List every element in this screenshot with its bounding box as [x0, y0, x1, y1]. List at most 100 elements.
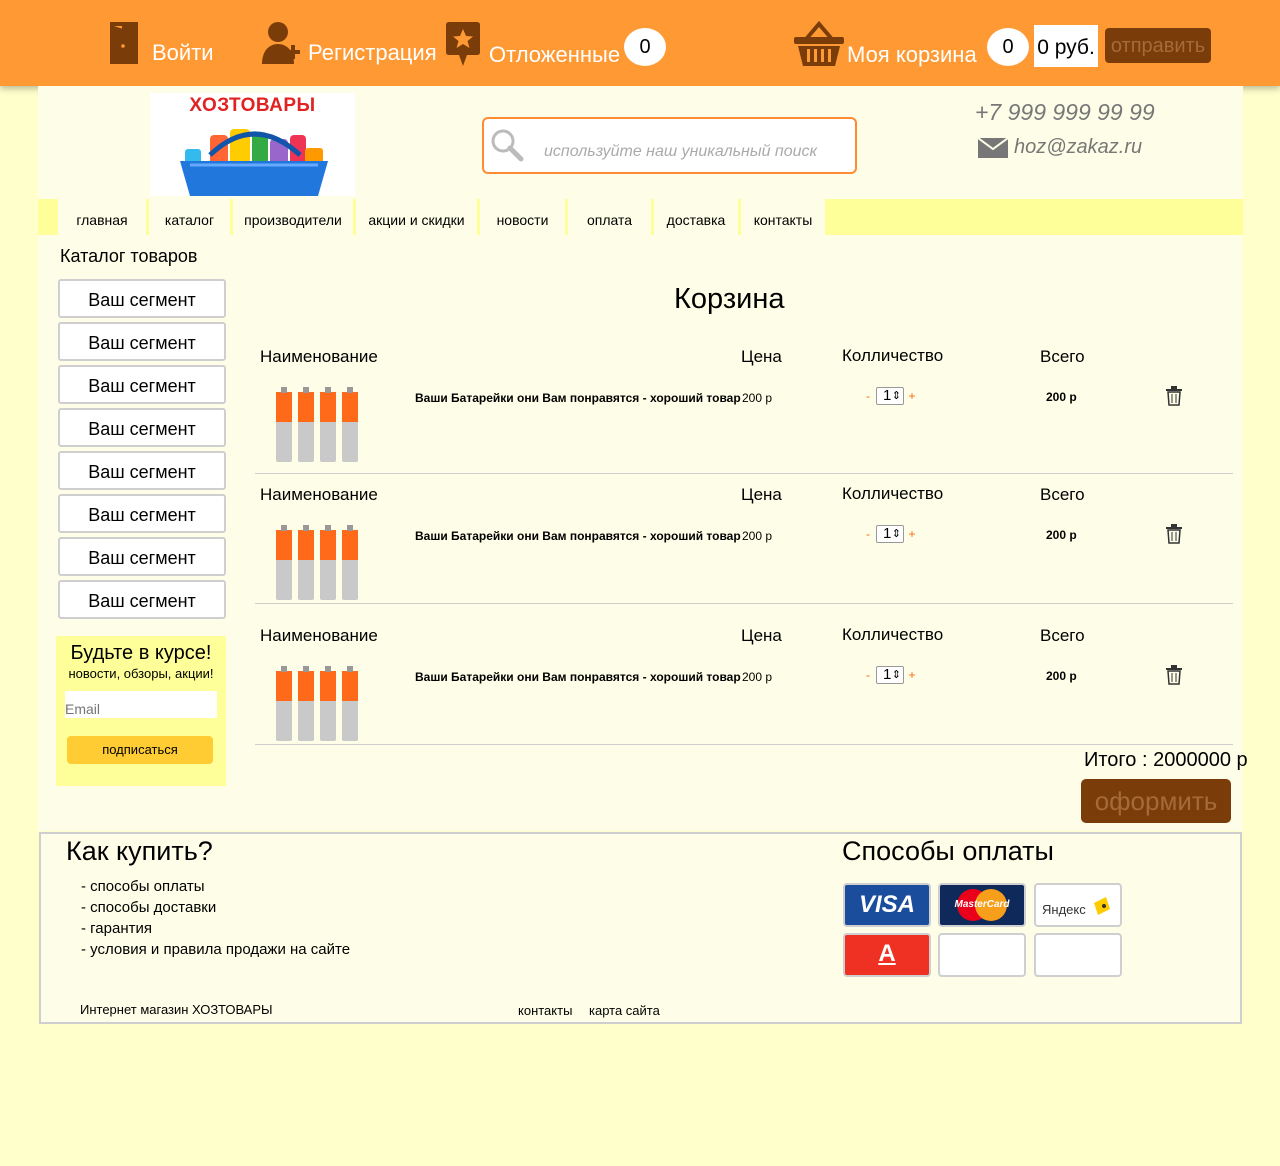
footer-link-sitemap[interactable]: карта сайта [589, 1003, 660, 1018]
catalog-segment[interactable]: Ваш сегмент [58, 494, 226, 533]
search-input[interactable] [544, 143, 844, 161]
deferred-link[interactable]: Отложенные [445, 20, 620, 68]
quantity-stepper[interactable]: - 1 + [862, 525, 918, 543]
alfa-text: А [878, 940, 896, 967]
catalog-segment[interactable]: Ваш сегмент [58, 322, 226, 361]
row-divider [255, 744, 1233, 745]
email-contact[interactable]: hoz@zakaz.ru [978, 136, 1142, 159]
battery-product-image[interactable] [272, 524, 362, 604]
trash-icon[interactable] [1165, 665, 1183, 685]
cart-title: Корзина [674, 283, 785, 315]
deferred-label: Отложенные [489, 42, 621, 67]
nav-promotions[interactable]: акции и скидки [356, 199, 477, 235]
product-total: 200 р [1046, 528, 1077, 542]
quantity-stepper[interactable]: - 1 + [862, 387, 918, 405]
quantity-stepper[interactable]: - 1 + [862, 666, 918, 684]
qty-input[interactable]: 1 [876, 387, 904, 405]
send-button[interactable]: отправить [1105, 28, 1211, 63]
email-text: hoz@zakaz.ru [1014, 136, 1143, 158]
cart-sum: 0 руб. [1034, 25, 1098, 67]
newsletter-subtitle: новости, обзоры, акции! [68, 666, 214, 681]
row-divider [255, 603, 1233, 604]
trash-icon[interactable] [1165, 524, 1183, 544]
nav-manufacturers[interactable]: производители [233, 199, 353, 235]
product-name[interactable]: Ваши Батарейки они Вам понравятся - хоро… [415, 391, 741, 405]
search-icon [491, 129, 524, 162]
top-bar: Войти Регистрация Отложенные 0 Моя корзи… [0, 0, 1280, 86]
catalog-segment[interactable]: Ваш сегмент [58, 365, 226, 404]
product-name[interactable]: Ваши Батарейки они Вам понравятся - хоро… [415, 670, 741, 684]
header-price: Цена [741, 485, 782, 504]
header-total: Всего [1040, 347, 1085, 366]
register-link[interactable]: Регистрация [260, 20, 437, 66]
qty-plus-button[interactable]: + [906, 527, 918, 541]
header-name: Наименование [260, 485, 378, 504]
catalog-title: Каталог товаров [60, 246, 198, 266]
qty-minus-button[interactable]: - [862, 668, 874, 682]
main-nav: главная каталог производители акции и ск… [38, 199, 1243, 235]
mastercard-text: MasterCard [954, 899, 1010, 910]
catalog-segment[interactable]: Ваш сегмент [58, 279, 226, 318]
register-label: Регистрация [308, 40, 437, 65]
search-box[interactable] [482, 117, 857, 174]
envelope-icon [978, 137, 1008, 158]
basket-goods-image [180, 129, 328, 196]
newsletter-title: Будьте в курсе! [70, 642, 212, 664]
grand-total: Итого : 2000000 р [1084, 749, 1248, 771]
catalog-segment[interactable]: Ваш сегмент [58, 451, 226, 490]
subscribe-button[interactable]: подписаться [67, 736, 213, 764]
payment-slot-empty [938, 933, 1026, 977]
qty-minus-button[interactable]: - [862, 389, 874, 403]
payment-slot-empty [1034, 933, 1122, 977]
footer-link-contacts[interactable]: контакты [518, 1003, 572, 1018]
checkout-button[interactable]: оформить [1081, 779, 1231, 823]
footer-link-warranty[interactable]: - гарантия [81, 920, 152, 937]
nav-news[interactable]: новости [480, 199, 565, 235]
header-total: Всего [1040, 485, 1085, 504]
logo[interactable]: ХОЗТОВАРЫ [150, 93, 355, 196]
qty-input[interactable]: 1 [876, 525, 904, 543]
header-price: Цена [741, 626, 782, 645]
catalog-segment[interactable]: Ваш сегмент [58, 537, 226, 576]
nav-home[interactable]: главная [58, 199, 146, 235]
header-total: Всего [1040, 626, 1085, 645]
row-divider [255, 473, 1233, 474]
battery-product-image[interactable] [272, 386, 362, 466]
header-qty: Колличество [842, 484, 944, 503]
cart-link[interactable]: Моя корзина [793, 20, 977, 68]
product-price: 200 р [742, 391, 773, 405]
header-price: Цена [741, 347, 782, 366]
alfa-bank-logo: А [843, 933, 931, 977]
qty-plus-button[interactable]: + [906, 668, 918, 682]
payment-methods-title: Способы оплаты [842, 836, 1054, 866]
deferred-count-badge: 0 [624, 28, 666, 66]
product-name[interactable]: Ваши Батарейки они Вам понравятся - хоро… [415, 529, 741, 543]
qty-plus-button[interactable]: + [906, 389, 918, 403]
nav-payment[interactable]: оплата [568, 199, 651, 235]
footer-shop-name: Интернет магазин ХОЗТОВАРЫ [80, 1002, 273, 1017]
catalog-segment[interactable]: Ваш сегмент [58, 408, 226, 447]
yandex-text: Яндекс [1042, 902, 1086, 917]
qty-input[interactable]: 1 [876, 666, 904, 684]
yandex-money-logo: Яндекс [1034, 883, 1122, 927]
trash-icon[interactable] [1165, 386, 1183, 406]
newsletter-email-input[interactable] [65, 691, 217, 718]
product-price: 200 р [742, 529, 773, 543]
header-name: Наименование [260, 347, 378, 366]
footer-link-delivery[interactable]: - способы доставки [81, 899, 216, 916]
footer-link-terms[interactable]: - условия и правила продажи на сайте [81, 941, 350, 958]
catalog-segment[interactable]: Ваш сегмент [58, 580, 226, 619]
footer-link-payment[interactable]: - способы оплаты [81, 878, 205, 895]
phone-number: +7 999 999 99 99 [975, 99, 1155, 125]
nav-catalog[interactable]: каталог [149, 199, 230, 235]
header-name: Наименование [260, 626, 378, 645]
mastercard-logo: MasterCard [938, 883, 1026, 927]
footer [39, 832, 1242, 1024]
login-label: Войти [152, 40, 214, 65]
nav-delivery[interactable]: доставка [654, 199, 738, 235]
nav-contacts[interactable]: контакты [741, 199, 825, 235]
battery-product-image[interactable] [272, 665, 362, 745]
qty-minus-button[interactable]: - [862, 527, 874, 541]
login-link[interactable]: Войти [108, 20, 214, 66]
basket-icon [794, 20, 844, 66]
